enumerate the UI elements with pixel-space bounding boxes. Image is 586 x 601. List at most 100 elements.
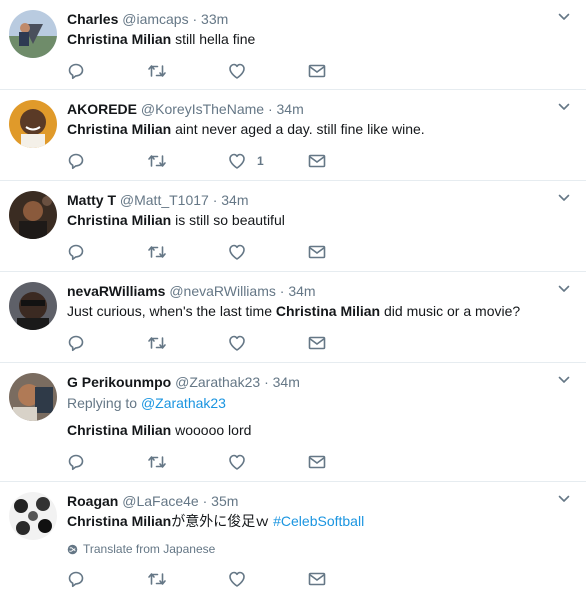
tweet-2[interactable]: AKOREDE @KoreyIsTheName · 34m Christina … xyxy=(0,90,586,181)
tweet-actions xyxy=(67,242,357,262)
retweet-icon xyxy=(147,569,167,589)
retweet-button[interactable] xyxy=(147,333,167,353)
like-button[interactable] xyxy=(227,333,257,353)
reply-button[interactable] xyxy=(67,61,87,81)
avatar[interactable] xyxy=(9,100,57,148)
display-name[interactable]: AKOREDE xyxy=(67,101,137,117)
retweet-button[interactable] xyxy=(147,61,167,81)
timestamp[interactable]: 34m xyxy=(288,283,315,299)
chevron-down-icon[interactable] xyxy=(558,284,570,294)
user-handle[interactable]: @Zarathak23 xyxy=(175,374,260,390)
like-button[interactable]: 1 xyxy=(227,151,264,171)
heart-icon xyxy=(227,242,247,262)
envelope-icon xyxy=(307,61,327,81)
reply-button[interactable] xyxy=(67,569,87,589)
highlight-term: Christina Milian xyxy=(67,31,172,47)
text-rest: aint never aged a day. still fine like w… xyxy=(171,121,425,137)
translate-label: Translate from Japanese xyxy=(83,542,216,556)
chevron-down-icon[interactable] xyxy=(558,375,570,385)
envelope-icon xyxy=(307,452,327,472)
retweet-button[interactable] xyxy=(147,569,167,589)
tweet-header: G Perikounmpo @Zarathak23 · 34m xyxy=(67,373,300,391)
display-name[interactable]: Roagan xyxy=(67,493,118,509)
tweet-3[interactable]: Matty T @Matt_T1017 · 34m Christina Mili… xyxy=(0,181,586,272)
timestamp[interactable]: 34m xyxy=(277,101,304,117)
display-name[interactable]: Charles xyxy=(67,11,118,27)
reply-button[interactable] xyxy=(67,452,87,472)
user-handle[interactable]: @Matt_T1017 xyxy=(120,192,209,208)
avatar[interactable] xyxy=(9,373,57,421)
tweet-actions xyxy=(67,452,357,472)
timestamp[interactable]: 35m xyxy=(211,493,238,509)
timestamp[interactable]: 33m xyxy=(201,11,228,27)
highlight-term: Christina Milian xyxy=(67,422,172,438)
highlight-term: Christina Milian xyxy=(67,212,172,228)
reply-button[interactable] xyxy=(67,333,87,353)
dm-button[interactable] xyxy=(307,61,327,81)
dm-button[interactable] xyxy=(307,242,327,262)
avatar[interactable] xyxy=(9,282,57,330)
chevron-down-icon[interactable] xyxy=(558,193,570,203)
dm-button[interactable] xyxy=(307,569,327,589)
tweet-header: Charles @iamcaps · 33m xyxy=(67,10,228,28)
envelope-icon xyxy=(307,242,327,262)
retweet-icon xyxy=(147,333,167,353)
globe-icon xyxy=(67,544,78,554)
tweet-actions xyxy=(67,569,357,589)
like-button[interactable] xyxy=(227,569,257,589)
display-name[interactable]: Matty T xyxy=(67,192,116,208)
dm-button[interactable] xyxy=(307,452,327,472)
user-handle[interactable]: @nevaRWilliams xyxy=(169,283,276,299)
tweet-5[interactable]: G Perikounmpo @Zarathak23 · 34m Replying… xyxy=(0,363,586,482)
user-handle[interactable]: @LaFace4e xyxy=(122,493,198,509)
retweet-button[interactable] xyxy=(147,452,167,472)
dm-button[interactable] xyxy=(307,333,327,353)
heart-icon xyxy=(227,569,247,589)
translate-link[interactable]: Translate from Japanese xyxy=(67,541,215,557)
highlight-term: Christina Milian xyxy=(67,513,172,529)
tweet-6[interactable]: Roagan @LaFace4e · 35m Christina Milianが… xyxy=(0,482,586,601)
reply-button[interactable] xyxy=(67,242,87,262)
like-button[interactable] xyxy=(227,61,257,81)
avatar[interactable] xyxy=(9,492,57,540)
retweet-button[interactable] xyxy=(147,151,167,171)
timestamp[interactable]: 34m xyxy=(221,192,248,208)
timestamp[interactable]: 34m xyxy=(273,374,300,390)
chevron-down-icon[interactable] xyxy=(558,102,570,112)
tweet-text: Christina Milianが意外に俊足ｗ #CelebSoftball xyxy=(67,512,364,531)
tweet-actions xyxy=(67,333,357,353)
user-handle[interactable]: @KoreyIsTheName xyxy=(141,101,264,117)
dm-button[interactable] xyxy=(307,151,327,171)
chevron-down-icon[interactable] xyxy=(558,494,570,504)
reply-button[interactable] xyxy=(67,151,87,171)
text-rest: still hella fine xyxy=(171,31,256,47)
display-name[interactable]: nevaRWilliams xyxy=(67,283,165,299)
display-name[interactable]: G Perikounmpo xyxy=(67,374,171,390)
tweet-header: AKOREDE @KoreyIsTheName · 34m xyxy=(67,100,304,118)
like-button[interactable] xyxy=(227,242,257,262)
text-rest: が意外に俊足ｗ xyxy=(171,513,274,529)
reply-icon xyxy=(67,151,87,171)
text-rest: did music or a movie? xyxy=(380,303,521,319)
user-handle[interactable]: @iamcaps xyxy=(122,11,188,27)
tweet-4[interactable]: nevaRWilliams @nevaRWilliams · 34m Just … xyxy=(0,272,586,363)
avatar[interactable] xyxy=(9,10,57,58)
tweet-header: Matty T @Matt_T1017 · 34m xyxy=(67,191,249,209)
chevron-down-icon[interactable] xyxy=(558,12,570,22)
tweet-1[interactable]: Charles @iamcaps · 33m Christina Milian … xyxy=(0,0,586,90)
highlight-term: Christina Milian xyxy=(275,303,381,319)
heart-icon xyxy=(227,333,247,353)
reply-icon xyxy=(67,242,87,262)
heart-icon xyxy=(227,61,247,81)
avatar[interactable] xyxy=(9,191,57,239)
like-button[interactable] xyxy=(227,452,257,472)
highlight-term: Christina Milian xyxy=(67,121,172,137)
replying-handle-link[interactable]: @Zarathak23 xyxy=(141,395,226,411)
reply-icon xyxy=(67,452,87,472)
hashtag-link[interactable]: #CelebSoftball xyxy=(273,513,364,529)
envelope-icon xyxy=(307,333,327,353)
tweet-actions: 1 xyxy=(67,151,357,171)
retweet-button[interactable] xyxy=(147,242,167,262)
separator: · xyxy=(267,101,273,117)
tweet-header: nevaRWilliams @nevaRWilliams · 34m xyxy=(67,282,316,300)
